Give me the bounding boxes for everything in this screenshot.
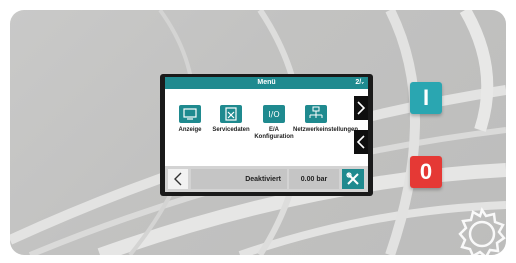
menu-item-label: Netzwerkeinstellungen xyxy=(293,127,359,133)
status-text: Deaktiviert xyxy=(191,169,287,189)
menu-item-ea-konfiguration[interactable]: I/O E/A Konfiguration xyxy=(251,105,297,141)
svg-text:I/O: I/O xyxy=(268,110,279,119)
next-page-button[interactable] xyxy=(354,96,368,120)
page-indicator: 2/₇ xyxy=(355,79,364,86)
back-button[interactable] xyxy=(168,169,188,189)
menu-item-servicedaten[interactable]: Servicedaten xyxy=(208,105,254,134)
touch-screen: Menü 2/₇ Anzeige Servicedaten I/O E/A Ko… xyxy=(165,77,368,192)
menu-item-netzwerkeinstellungen[interactable]: Netzwerkeinstellungen xyxy=(293,105,359,134)
menu-item-label: Anzeige xyxy=(178,127,202,133)
chevron-left-icon xyxy=(356,135,365,149)
previous-page-button[interactable] xyxy=(354,130,368,154)
service-tools-button[interactable] xyxy=(342,169,364,189)
status-bar: Deaktiviert 0.00 bar xyxy=(165,166,368,192)
menu-item-label: Servicedaten xyxy=(212,127,250,133)
stop-button[interactable]: 0 xyxy=(410,156,442,188)
device-frame: Menü 2/₇ Anzeige Servicedaten I/O E/A Ko… xyxy=(0,0,516,263)
start-button[interactable]: I xyxy=(410,82,442,114)
title-bar: Menü 2/₇ xyxy=(165,77,368,89)
tools-icon xyxy=(346,172,359,185)
monitor-icon xyxy=(179,105,201,123)
gear-icon xyxy=(458,207,506,255)
menu-item-anzeige[interactable]: Anzeige xyxy=(167,105,213,134)
screen-title: Menü xyxy=(257,79,276,86)
pressure-readout: 0.00 bar xyxy=(289,169,339,189)
chevron-right-icon xyxy=(357,101,366,115)
io-icon: I/O xyxy=(263,105,285,123)
menu-item-label: E/A Konfiguration xyxy=(254,127,294,140)
chevron-left-icon xyxy=(174,172,182,186)
clipboard-tools-icon xyxy=(220,105,242,123)
network-icon xyxy=(305,105,327,123)
